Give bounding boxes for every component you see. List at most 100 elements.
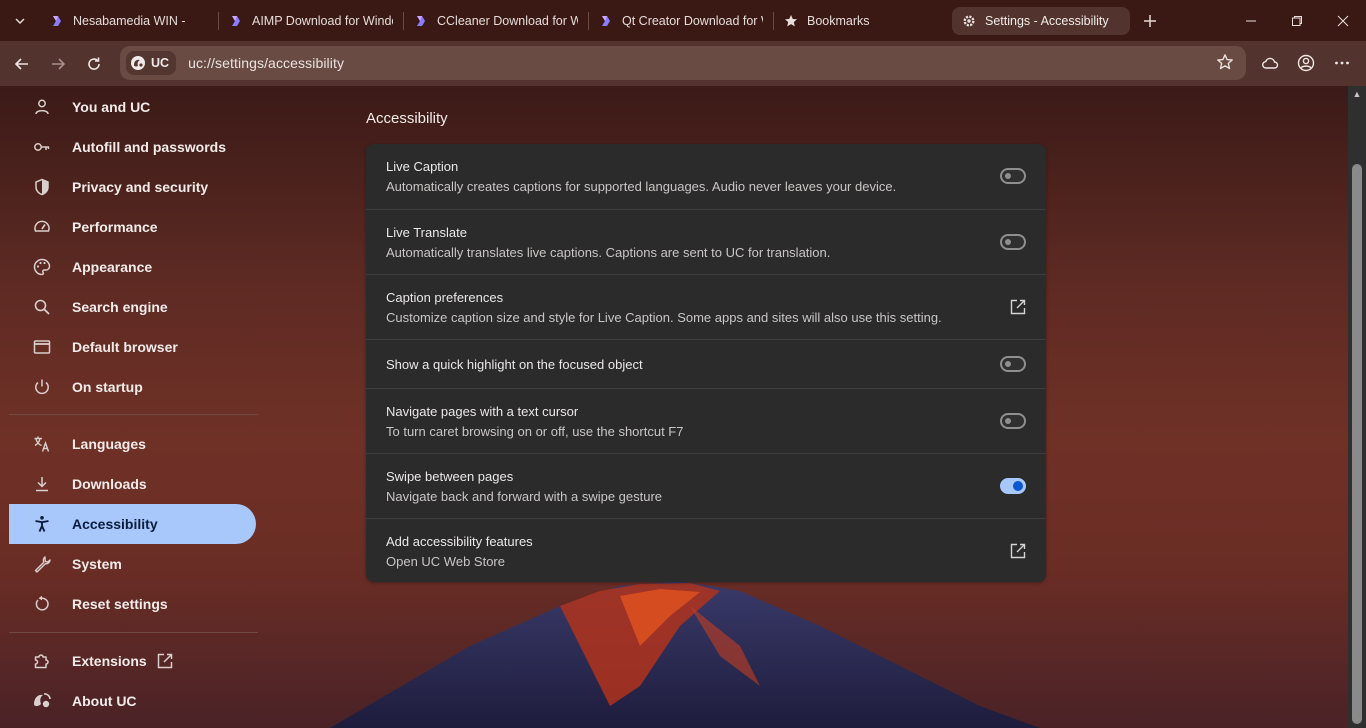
tab-settings-accessibility[interactable]: Settings - Accessibility xyxy=(952,6,1130,35)
sidebar-item-autofill[interactable]: Autofill and passwords xyxy=(9,127,256,167)
bookmark-star-button[interactable] xyxy=(1216,53,1234,76)
uc-favicon xyxy=(53,15,61,26)
translate-icon xyxy=(34,436,50,452)
setting-description: Automatically creates captions for suppo… xyxy=(386,179,897,194)
sidebar-item-label: Extensions xyxy=(72,653,147,669)
forward-button[interactable] xyxy=(40,46,76,82)
sidebar-item-privacy[interactable]: Privacy and security xyxy=(9,167,256,207)
tab-bookmarks[interactable]: Bookmarks xyxy=(774,7,948,35)
toggle-knob xyxy=(1005,239,1011,245)
sidebar-item-you-and-uc[interactable]: You and UC xyxy=(9,87,256,127)
uc-logo-icon xyxy=(34,693,51,708)
sidebar-item-label: Search engine xyxy=(72,299,168,315)
cloud-icon xyxy=(1262,57,1279,69)
new-tab-button[interactable] xyxy=(1132,0,1168,41)
uc-favicon xyxy=(417,15,425,26)
tab-aimp[interactable]: AIMP Download for Windows xyxy=(219,7,403,35)
sidebar-item-system[interactable]: System xyxy=(9,544,256,584)
uc-favicon xyxy=(232,15,240,26)
menu-button[interactable] xyxy=(1324,45,1360,81)
caret-browsing-toggle[interactable] xyxy=(1000,413,1026,429)
close-icon xyxy=(1337,15,1349,26)
back-button[interactable] xyxy=(4,46,40,82)
setting-description: Automatically translates live captions. … xyxy=(386,245,831,260)
browser-toolbar: UC uc://settings/accessibility xyxy=(0,41,1366,86)
address-bar[interactable]: UC uc://settings/accessibility xyxy=(120,46,1246,80)
uc-favicon xyxy=(602,15,610,26)
page-title: Accessibility xyxy=(366,110,448,127)
live-translate-toggle[interactable] xyxy=(1000,234,1026,250)
reload-icon xyxy=(88,57,100,70)
setting-row-add-accessibility-features[interactable]: Add accessibility features Open UC Web S… xyxy=(366,518,1046,582)
setting-row-caption-preferences[interactable]: Caption preferences Customize caption si… xyxy=(366,274,1046,339)
external-link-icon[interactable] xyxy=(1009,298,1027,316)
tab-title: CCleaner Download for Windows xyxy=(437,13,578,28)
setting-row-focus-highlight[interactable]: Show a quick highlight on the focused ob… xyxy=(366,339,1046,388)
profile-button[interactable] xyxy=(1288,45,1324,81)
more-horizontal-icon xyxy=(1335,61,1349,65)
close-window-button[interactable] xyxy=(1320,0,1366,41)
sidebar-item-performance[interactable]: Performance xyxy=(9,207,256,247)
setting-description: Navigate back and forward with a swipe g… xyxy=(386,489,663,504)
gear-icon xyxy=(963,14,975,27)
sidebar-item-accessibility[interactable]: Accessibility xyxy=(9,504,256,544)
sidebar-item-label: Default browser xyxy=(72,339,178,355)
plus-icon xyxy=(1144,14,1156,27)
setting-description: Customize caption size and style for Liv… xyxy=(386,310,942,325)
sidebar-divider xyxy=(9,632,258,633)
sidebar-item-label: About UC xyxy=(72,693,137,709)
sidebar-item-label: Accessibility xyxy=(72,516,158,532)
setting-row-live-translate[interactable]: Live Translate Automatically translates … xyxy=(366,209,1046,274)
page-scrollbar[interactable]: ▲ xyxy=(1348,86,1366,728)
site-info-chip[interactable]: UC xyxy=(126,51,177,75)
url-text[interactable]: uc://settings/accessibility xyxy=(188,55,344,71)
tab-qt-creator[interactable]: Qt Creator Download for Windows xyxy=(589,7,773,35)
tab-title: Settings - Accessibility xyxy=(985,13,1109,28)
scroll-up-arrow[interactable]: ▲ xyxy=(1352,89,1362,99)
profile-icon xyxy=(1297,54,1315,72)
sidebar-item-on-startup[interactable]: On startup xyxy=(9,367,256,407)
sidebar-item-label: Appearance xyxy=(72,259,153,275)
toggle-knob xyxy=(1005,173,1011,179)
setting-row-caret-browsing[interactable]: Navigate pages with a text cursor To tur… xyxy=(366,388,1046,453)
restore-icon xyxy=(1292,15,1302,26)
setting-title: Swipe between pages xyxy=(386,469,514,484)
sidebar-item-about-uc[interactable]: About UC xyxy=(9,681,256,721)
sidebar-item-search-engine[interactable]: Search engine xyxy=(9,287,256,327)
setting-title: Add accessibility features xyxy=(386,534,533,549)
sidebar-item-extensions[interactable]: Extensions xyxy=(9,641,256,681)
live-caption-toggle[interactable] xyxy=(1000,168,1026,184)
tab-search-button[interactable] xyxy=(0,0,40,41)
sidebar-item-label: You and UC xyxy=(72,99,151,115)
sidebar-item-downloads[interactable]: Downloads xyxy=(9,464,256,504)
minimize-button[interactable] xyxy=(1228,0,1274,41)
star-icon xyxy=(785,14,797,26)
search-icon xyxy=(34,299,50,315)
person-icon xyxy=(35,99,49,115)
sidebar-item-languages[interactable]: Languages xyxy=(9,424,256,464)
wrench-icon xyxy=(34,556,51,573)
sidebar-item-default-browser[interactable]: Default browser xyxy=(9,327,256,367)
sidebar-item-reset-settings[interactable]: Reset settings xyxy=(9,584,256,624)
external-link-icon[interactable] xyxy=(1009,542,1027,560)
cloud-sync-button[interactable] xyxy=(1252,45,1288,81)
setting-description: To turn caret browsing on or off, use th… xyxy=(386,424,684,439)
sidebar-item-appearance[interactable]: Appearance xyxy=(9,247,256,287)
sidebar-item-label: System xyxy=(72,556,122,572)
focus-highlight-toggle[interactable] xyxy=(1000,356,1026,372)
sidebar-item-label: Performance xyxy=(72,219,158,235)
setting-row-swipe-between-pages[interactable]: Swipe between pages Navigate back and fo… xyxy=(366,453,1046,518)
tab-title: Qt Creator Download for Windows xyxy=(622,13,763,28)
tab-ccleaner[interactable]: CCleaner Download for Windows xyxy=(404,7,588,35)
accessibility-icon xyxy=(35,516,49,532)
download-icon xyxy=(36,477,48,492)
scroll-thumb[interactable] xyxy=(1352,164,1362,724)
swipe-between-pages-toggle[interactable] xyxy=(1000,478,1026,494)
tab-nesabamedia[interactable]: Nesabamedia WIN - xyxy=(40,7,218,35)
setting-row-live-caption[interactable]: Live Caption Automatically creates capti… xyxy=(366,144,1046,209)
uc-logo-icon xyxy=(131,56,145,70)
reload-button[interactable] xyxy=(76,46,112,82)
restore-button[interactable] xyxy=(1274,0,1320,41)
setting-title: Live Translate xyxy=(386,225,467,240)
toggle-knob xyxy=(1013,481,1023,491)
